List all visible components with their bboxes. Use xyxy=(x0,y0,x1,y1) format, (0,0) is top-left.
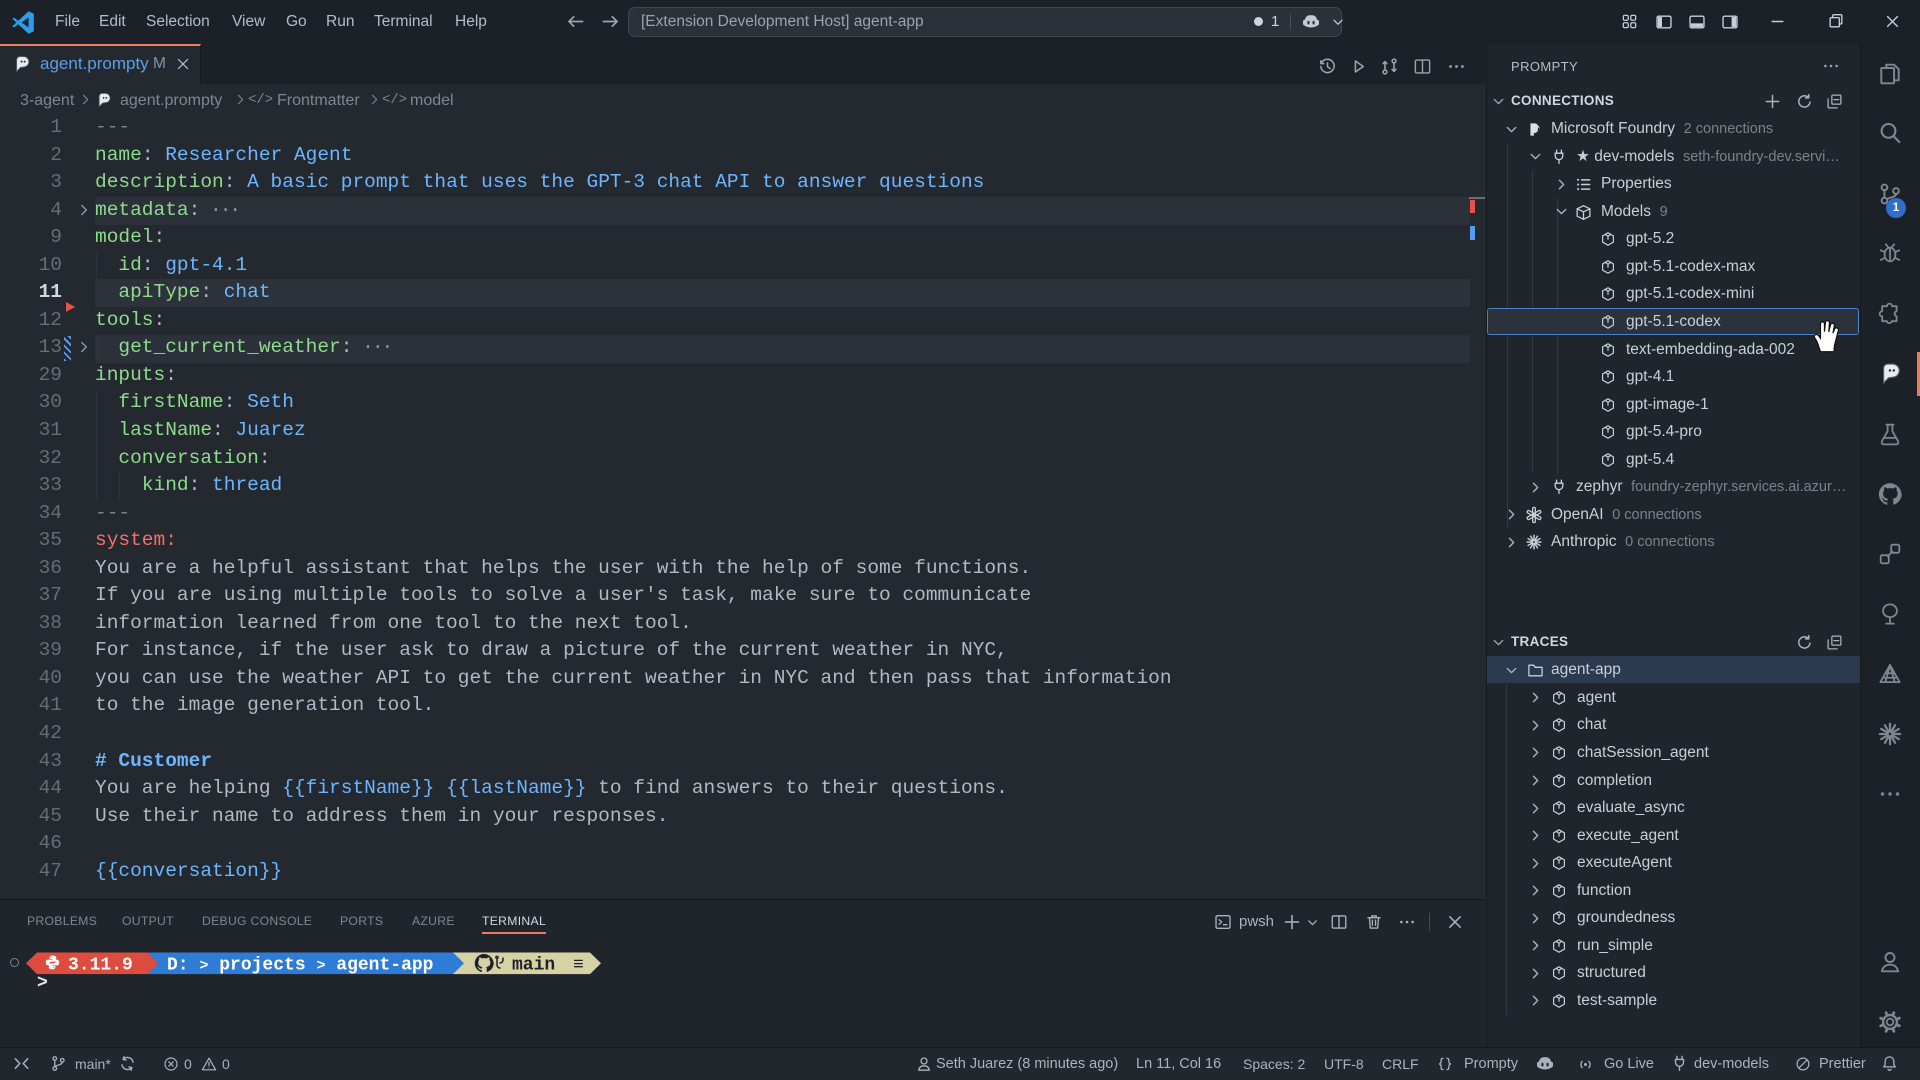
svg-text:3.11.9: 3.11.9 xyxy=(68,956,133,976)
svg-text:D: > projects > agent-app: D: > projects > agent-app xyxy=(167,956,434,976)
svg-text:≡: ≡ xyxy=(573,956,584,976)
svg-text:>: > xyxy=(37,974,48,994)
svg-text:main: main xyxy=(512,956,555,976)
